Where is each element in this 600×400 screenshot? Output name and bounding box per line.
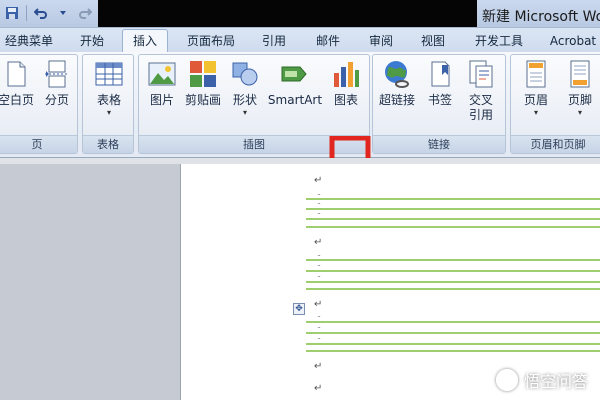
underline-line — [306, 198, 600, 200]
group-label-header-footer: 页眉和页脚 — [511, 135, 600, 153]
underline-line — [306, 208, 600, 210]
document-area: ↵ ˉ ˉ ˉ ↵ ˉ ˉ ˉ ↵ ✥ ˉ ˉ ˉ ↵ ↵ — [0, 158, 600, 400]
cross-reference-button[interactable]: 交叉 引用 — [461, 59, 501, 123]
ribbon: 空白页 分页 页 表格 ▾ 表格 图片 剪贴画 形状 ▾ SmartArt 图表… — [0, 52, 600, 206]
footer-button[interactable]: 页脚 ▾ — [559, 59, 600, 118]
tab-review[interactable]: 审阅 — [360, 30, 402, 52]
clip-art-icon — [190, 61, 216, 87]
group-links: 超链接 书签 交叉 引用 链接 — [372, 54, 506, 154]
toolbar-divider — [26, 5, 27, 21]
group-label-tables: 表格 — [83, 135, 133, 153]
paragraph-mark: ↵ — [314, 361, 323, 372]
underline-line — [306, 321, 600, 323]
underline-line — [306, 281, 600, 283]
blank-page-button[interactable]: 空白页 — [0, 59, 35, 108]
redacted-area — [98, 0, 477, 27]
table-button[interactable]: 表格 ▾ — [89, 59, 129, 118]
group-label-links: 链接 — [373, 135, 505, 153]
watermark-text: 悟空问答 — [523, 372, 588, 391]
tab-classic-menu[interactable]: 经典菜单 — [0, 30, 58, 52]
tab-view[interactable]: 视图 — [412, 30, 454, 52]
tab-references[interactable]: 引用 — [254, 30, 294, 52]
hyperlink-button[interactable]: 超链接 — [375, 59, 419, 108]
bookmark-button[interactable]: 书签 — [421, 59, 459, 108]
underline-line — [306, 226, 600, 228]
underline-line — [306, 332, 600, 334]
save-icon[interactable] — [2, 3, 22, 23]
underline-line — [306, 270, 600, 272]
document-page[interactable]: ↵ ˉ ˉ ˉ ↵ ˉ ˉ ˉ ↵ ✥ ˉ ˉ ˉ ↵ ↵ — [180, 164, 600, 400]
group-pages: 空白页 分页 页 — [0, 54, 78, 154]
page-break-icon — [45, 60, 69, 88]
smartart-button[interactable]: SmartArt — [267, 59, 323, 108]
shapes-icon — [232, 62, 258, 86]
smartart-icon — [281, 66, 307, 82]
page-break-button[interactable]: 分页 — [39, 59, 75, 108]
watermark-logo-icon — [495, 369, 518, 391]
paragraph-mark: ↵ — [314, 383, 323, 394]
paragraph-mark: ↵ — [314, 299, 323, 310]
header-icon — [526, 60, 546, 88]
tab-insert[interactable]: 插入 — [122, 29, 168, 53]
tab-page-layout[interactable]: 页面布局 — [180, 30, 242, 52]
window-title: 新建 Microsoft Word — [482, 9, 600, 25]
redo-icon[interactable] — [75, 3, 95, 23]
tab-developer[interactable]: 开发工具 — [468, 30, 530, 52]
chart-icon — [334, 62, 359, 87]
bookmark-icon — [431, 61, 450, 87]
group-header-footer: 页眉 ▾ 页脚 ▾ 页眉和页脚 — [510, 54, 600, 154]
hyperlink-globe-icon — [385, 61, 409, 88]
chevron-down-icon[interactable] — [53, 3, 73, 23]
object-anchor-icon[interactable]: ✥ — [293, 303, 305, 315]
tab-mailings[interactable]: 邮件 — [308, 30, 348, 52]
picture-icon — [148, 62, 176, 86]
title-bar: 新建 Microsoft Word — [0, 0, 600, 28]
picture-button[interactable]: 图片 — [143, 59, 181, 108]
shapes-button[interactable]: 形状 ▾ — [227, 59, 263, 118]
header-button[interactable]: 页眉 ▾ — [515, 59, 557, 118]
clip-art-button[interactable]: 剪贴画 — [183, 59, 223, 108]
blank-page-icon — [7, 61, 26, 87]
footer-icon — [570, 60, 590, 88]
tab-acrobat[interactable]: Acrobat — [544, 30, 600, 52]
paragraph-mark: ↵ — [314, 237, 323, 248]
table-icon — [95, 62, 123, 86]
chart-button[interactable]: 图表 — [327, 59, 365, 108]
cross-reference-icon — [469, 60, 493, 88]
ribbon-tab-bar: 经典菜单 开始 插入 页面布局 引用 邮件 审阅 视图 开发工具 Acrobat — [0, 28, 600, 53]
group-label-pages: 页 — [0, 135, 77, 153]
group-tables: 表格 ▾ 表格 — [82, 54, 134, 154]
watermark: 悟空问答 — [495, 368, 588, 392]
underline-line — [306, 350, 600, 352]
tab-home[interactable]: 开始 — [70, 30, 114, 52]
undo-icon[interactable] — [31, 3, 51, 23]
underline-line — [306, 343, 600, 345]
underline-line — [306, 288, 600, 290]
paragraph-mark: ↵ — [314, 175, 323, 186]
underline-line — [306, 259, 600, 261]
underline-line — [306, 218, 600, 220]
